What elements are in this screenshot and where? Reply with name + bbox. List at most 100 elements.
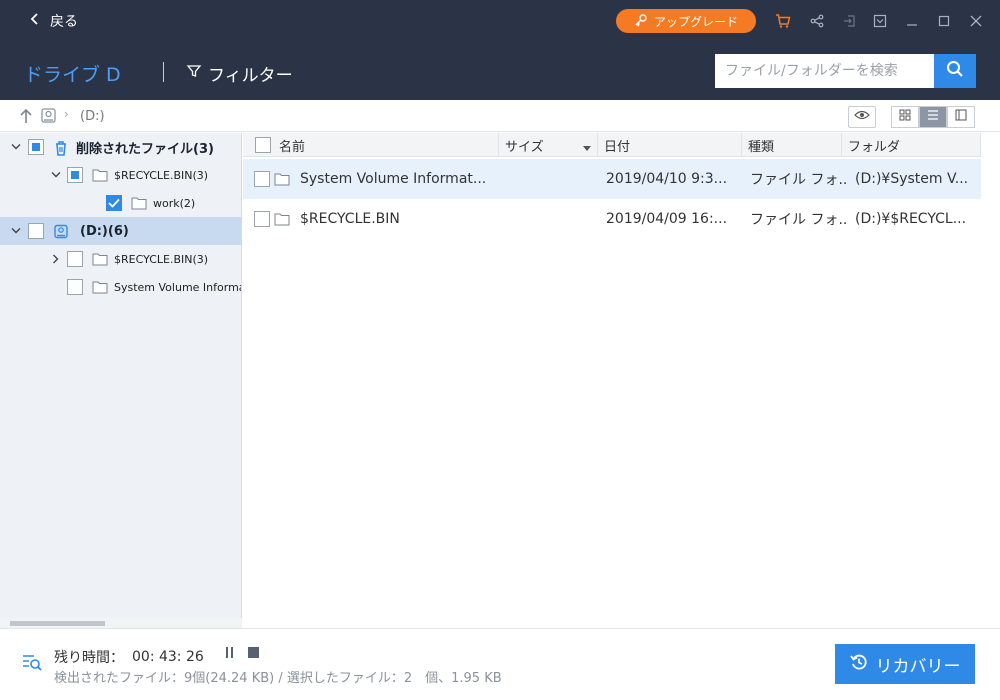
folder-icon (92, 280, 108, 294)
file-type: ファイル フォ... (750, 212, 846, 228)
chevron-down-icon[interactable] (10, 225, 22, 237)
list-icon (927, 109, 939, 125)
preview-button[interactable] (848, 106, 876, 128)
search-icon (946, 60, 964, 82)
title-bar: 戻る アップグレード (0, 0, 1000, 42)
folder-icon (92, 252, 108, 266)
grid-icon (899, 109, 911, 125)
column-date-label: 日付 (604, 139, 631, 155)
column-header-type[interactable]: 種類 (742, 133, 842, 157)
tree-item-label: (D:)(6) (80, 223, 129, 239)
tree-checkbox[interactable] (67, 251, 83, 267)
path-bar: › (D:) (0, 100, 1000, 132)
tree-item-label: $RECYCLE.BIN(3) (114, 252, 209, 266)
column-folder-label: フォルダ (848, 139, 901, 155)
tree-item-label: $RECYCLE.BIN(3) (114, 168, 209, 182)
cart-icon[interactable] (774, 12, 792, 30)
column-header-name[interactable]: 名前 (243, 133, 499, 157)
folder-icon (274, 212, 290, 226)
restore-icon (849, 653, 868, 676)
remaining-value: 00: 43: 26 (132, 649, 204, 665)
folder-icon (92, 168, 108, 182)
pause-icon[interactable] (224, 646, 236, 664)
tree-checkbox[interactable] (106, 195, 122, 211)
chevron-left-icon (30, 13, 40, 29)
drive-title: ドライブ D (24, 64, 121, 86)
file-name: System Volume Informat... (300, 171, 487, 187)
file-name: $RECYCLE.BIN (300, 211, 400, 227)
file-list-header: 名前 サイズ 日付 種類 フォルダ (243, 133, 981, 157)
drive-icon[interactable] (40, 107, 58, 129)
tree-checkbox[interactable] (67, 167, 83, 183)
thumbnail-view-button[interactable] (891, 106, 919, 128)
chevron-down-icon[interactable] (10, 141, 22, 153)
filter-label: フィルター (208, 66, 293, 86)
folder-tree: 削除されたファイル(3) $RECYCLE.BIN(3) work(2) (D:… (0, 133, 242, 628)
search-button[interactable] (934, 54, 976, 88)
login-icon[interactable] (840, 12, 858, 30)
column-header-folder[interactable]: フォルダ (842, 133, 981, 157)
tree-item-work[interactable]: work(2) (0, 189, 241, 217)
tree-item-label: System Volume Information (114, 280, 241, 294)
tree-checkbox[interactable] (28, 223, 44, 239)
file-date: 2019/04/09 16:... (606, 211, 728, 227)
file-row[interactable]: $RECYCLE.BIN 2019/04/09 16:... ファイル フォ..… (243, 199, 981, 239)
funnel-icon (186, 63, 202, 84)
file-date: 2019/04/10 9:3... (606, 171, 728, 187)
upgrade-label: アップグレード (653, 14, 738, 29)
column-header-size[interactable]: サイズ (499, 133, 598, 157)
scrollbar-thumb[interactable] (10, 621, 105, 626)
file-folder: (D:)¥System V... (855, 171, 969, 187)
row-checkbox[interactable] (254, 211, 270, 227)
sort-down-icon (583, 141, 591, 156)
scan-list-icon (22, 653, 42, 675)
folder-icon (131, 196, 147, 210)
tree-item-recycle-bin-d[interactable]: $RECYCLE.BIN(3) (0, 245, 241, 273)
chevron-right-icon: › (64, 107, 69, 121)
tree-checkbox[interactable] (67, 279, 83, 295)
tree-item-deleted-files[interactable]: 削除されたファイル(3) (0, 133, 241, 161)
tree-item-label: 削除されたファイル(3) (76, 141, 214, 157)
column-name-label: 名前 (279, 139, 306, 155)
stop-icon[interactable] (248, 647, 259, 658)
select-all-checkbox[interactable] (255, 137, 271, 153)
tree-item-system-volume[interactable]: System Volume Information (0, 273, 241, 301)
chevron-right-icon[interactable] (50, 253, 62, 265)
row-checkbox[interactable] (254, 171, 270, 187)
file-type: ファイル フォ... (750, 172, 846, 188)
filter-button[interactable]: フィルター (186, 61, 293, 86)
back-button[interactable]: 戻る (30, 11, 78, 31)
list-view-button[interactable] (919, 106, 947, 128)
column-type-label: 種類 (748, 139, 775, 155)
search-input[interactable] (715, 54, 935, 88)
tree-item-recycle-bin[interactable]: $RECYCLE.BIN(3) (0, 161, 241, 189)
dropdown-menu-icon[interactable] (871, 12, 889, 30)
upgrade-button[interactable]: アップグレード (616, 9, 756, 33)
tree-horizontal-scrollbar[interactable] (0, 618, 242, 628)
recover-button[interactable]: リカバリー (835, 644, 975, 684)
share-icon[interactable] (808, 12, 826, 30)
file-row[interactable]: System Volume Informat... 2019/04/10 9:3… (243, 159, 981, 199)
tree-checkbox[interactable] (28, 139, 44, 155)
up-arrow-icon[interactable] (18, 107, 34, 129)
file-folder: (D:)¥$RECYCL... (855, 211, 967, 227)
minimize-icon[interactable] (903, 12, 921, 30)
maximize-icon[interactable] (935, 12, 953, 30)
chevron-down-icon[interactable] (50, 169, 62, 181)
folder-icon (274, 172, 290, 186)
header-bar: ドライブ D フィルター (0, 42, 1000, 100)
remaining-label: 残り時間： (54, 650, 124, 666)
status-footer: 残り時間： 00: 43: 26 検出されたファイル：9個(24.24 KB) … (0, 628, 1000, 700)
tree-item-drive-d[interactable]: (D:)(6) (0, 217, 241, 245)
remaining-time: 残り時間： 00: 43: 26 (54, 647, 204, 667)
back-label: 戻る (50, 14, 78, 30)
detail-view-button[interactable] (947, 106, 975, 128)
close-icon[interactable] (967, 12, 985, 30)
key-icon (634, 13, 648, 30)
breadcrumb[interactable]: (D:) (80, 109, 105, 124)
tree-item-label: work(2) (153, 196, 196, 210)
scan-stats: 検出されたファイル：9個(24.24 KB) / 選択したファイル：2 個、1.… (54, 671, 502, 686)
column-header-date[interactable]: 日付 (598, 133, 742, 157)
recover-label: リカバリー (875, 656, 961, 676)
detail-panel-icon (955, 109, 967, 125)
